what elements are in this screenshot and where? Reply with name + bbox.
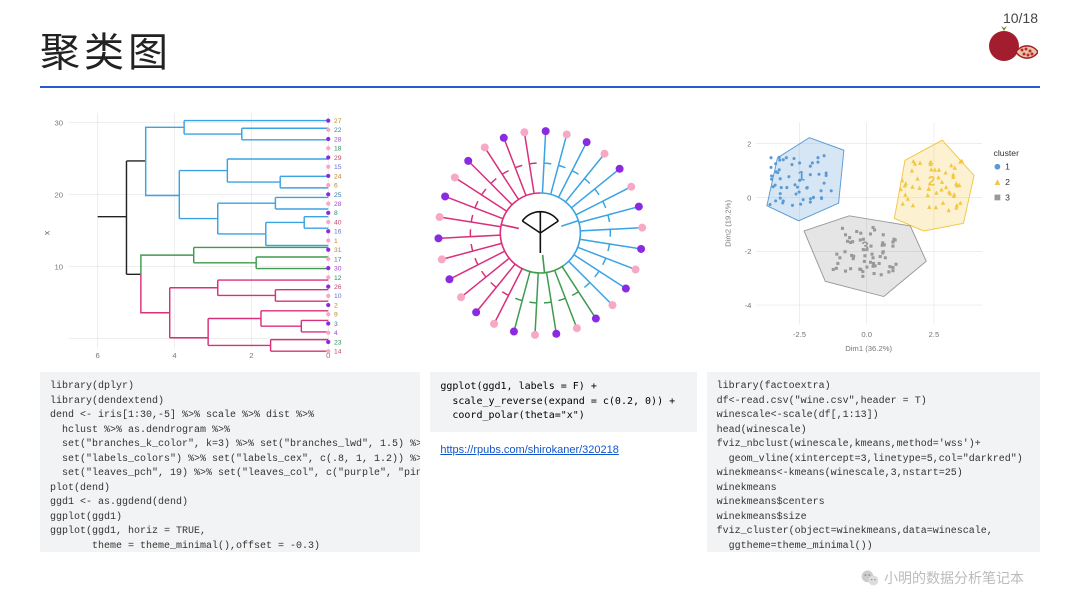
svg-text:3: 3	[862, 239, 869, 254]
svg-text:9: 9	[334, 312, 338, 319]
svg-text:27: 27	[334, 118, 342, 125]
svg-text:8: 8	[334, 210, 338, 217]
svg-text:2: 2	[928, 174, 935, 189]
svg-text:6: 6	[334, 183, 338, 190]
svg-text:1: 1	[1005, 162, 1010, 172]
code-polar: ggplot(ggd1, labels = F) + scale_y_rever…	[430, 372, 696, 432]
svg-text:10: 10	[55, 263, 64, 272]
svg-text:23: 23	[334, 339, 342, 346]
svg-text:2: 2	[747, 140, 751, 149]
dendrogram-horizontal: 30 20 10 6 4 2 0 x	[40, 98, 367, 368]
svg-text:4: 4	[334, 330, 338, 337]
svg-text:-2.5: -2.5	[793, 330, 806, 339]
svg-text:25: 25	[334, 192, 342, 199]
svg-text:0: 0	[747, 193, 751, 202]
svg-text:3: 3	[1005, 192, 1010, 202]
svg-text:24: 24	[334, 173, 342, 180]
svg-text:-4: -4	[745, 301, 753, 310]
svg-text:3: 3	[334, 321, 338, 328]
divider	[40, 86, 1040, 88]
svg-text:Dim2 (19.2%): Dim2 (19.2%)	[724, 200, 733, 247]
cluster-scatter: 2 0 -2 -4 -2.5 0.0 2.5 Dim1 (36.2%) Dim2…	[713, 98, 1040, 368]
svg-text:29: 29	[334, 155, 342, 162]
svg-text:2.5: 2.5	[929, 330, 940, 339]
wechat-icon	[860, 568, 880, 588]
svg-text:14: 14	[334, 349, 342, 356]
svg-text:30: 30	[55, 118, 64, 127]
svg-text:Dim1 (36.2%): Dim1 (36.2%)	[846, 344, 893, 353]
code-row: library(dplyr) library(dendextend) dend …	[40, 372, 1040, 552]
svg-text:22: 22	[334, 127, 342, 134]
svg-text:17: 17	[334, 256, 342, 263]
svg-text:6: 6	[96, 351, 100, 360]
svg-text:28: 28	[334, 136, 342, 143]
code-factoextra: library(factoextra) df<-read.csv("wine.c…	[707, 372, 1040, 552]
svg-text:28: 28	[334, 201, 342, 208]
svg-text:cluster: cluster	[994, 148, 1020, 158]
svg-text:30: 30	[334, 266, 342, 273]
watermark-text: 小明的数据分析笔记本	[884, 568, 1024, 588]
svg-text:15: 15	[334, 164, 342, 171]
svg-text:10: 10	[334, 293, 342, 300]
watermark: 小明的数据分析笔记本	[860, 568, 1024, 588]
svg-text:20: 20	[55, 190, 64, 199]
svg-text:2: 2	[1005, 177, 1010, 187]
figure-row: 30 20 10 6 4 2 0 x	[40, 98, 1040, 368]
svg-text:2: 2	[334, 302, 338, 309]
svg-text:26: 26	[334, 284, 342, 291]
slide-title: 聚类图	[40, 20, 172, 78]
svg-text:40: 40	[334, 219, 342, 226]
code-dendextend: library(dplyr) library(dendextend) dend …	[40, 372, 420, 552]
svg-text:0.0: 0.0	[862, 330, 873, 339]
svg-text:16: 16	[334, 229, 342, 236]
svg-text:2: 2	[249, 351, 253, 360]
dendrogram-circular	[377, 98, 704, 368]
svg-text:4: 4	[172, 351, 177, 360]
svg-text:x: x	[42, 230, 52, 235]
svg-text:18: 18	[334, 146, 342, 153]
svg-text:31: 31	[334, 247, 342, 254]
svg-text:1: 1	[334, 238, 338, 245]
pomegranate-icon	[986, 24, 1038, 68]
reference-link[interactable]: https://rpubs.com/shirokaner/320218	[440, 444, 696, 456]
svg-text:-2: -2	[745, 247, 752, 256]
svg-text:12: 12	[334, 275, 342, 282]
